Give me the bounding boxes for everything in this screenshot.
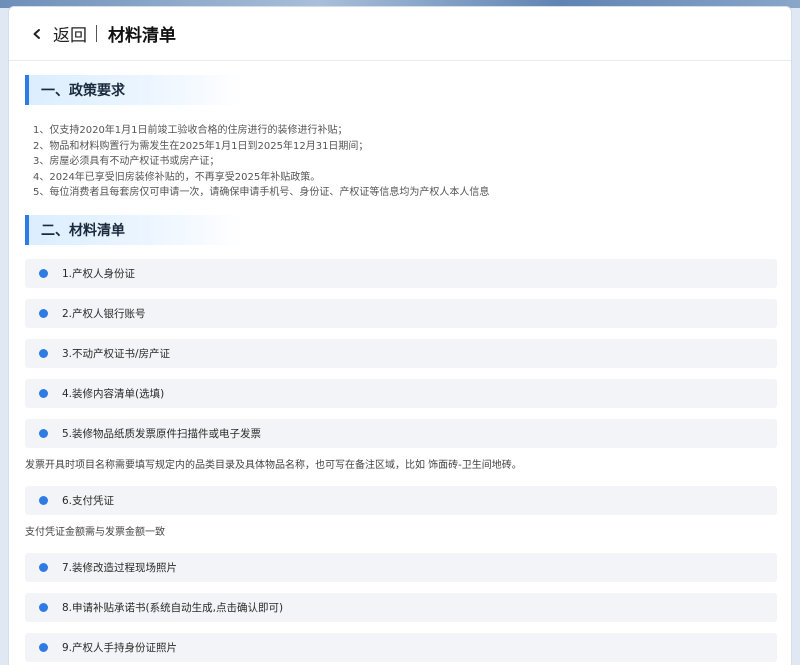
material-item-label: 3.不动产权证书/房产证: [62, 347, 171, 360]
material-item-invoice[interactable]: 5.装修物品纸质发票原件扫描件或电子发票: [25, 418, 777, 448]
invoice-note: 发票开具时项目名称需要填写规定内的品类目录及具体物品名称，也可写在备注区域，比如…: [25, 459, 522, 471]
dot-icon: [39, 308, 48, 318]
main-content: 一、政策要求 1、仅支持2020年1月1日前竣工验收合格的住房进行的装修进行补贴…: [25, 75, 777, 665]
dot-icon: [39, 348, 48, 358]
page-frame: 返回 材料清单 一、政策要求 1、仅支持2020年1月1日前竣工验收合格的住房进…: [8, 6, 792, 665]
material-item-site-photos[interactable]: 7.装修改造过程现场照片: [25, 552, 777, 582]
material-item-renovation-list[interactable]: 4.装修内容清单(选填): [25, 378, 777, 408]
policy-list: 1、仅支持2020年1月1日前竣工验收合格的住房进行的装修进行补贴； 2、物品和…: [25, 123, 777, 201]
material-item-label: 2.产权人银行账号: [62, 307, 146, 320]
materials-list: 1.产权人身份证 2.产权人银行账号 3.不动产权证书/房产证 4.装修内容清单…: [25, 258, 777, 662]
material-item-bank-account[interactable]: 2.产权人银行账号: [25, 298, 777, 328]
material-item-label: 8.申请补贴承诺书(系统自动生成,点击确认即可): [62, 601, 284, 614]
dot-icon: [39, 495, 48, 505]
dot-icon: [39, 428, 48, 438]
material-item-label: 6.支付凭证: [62, 494, 115, 507]
policy-item: 3、房屋必须具有不动产权证书或房产证；: [33, 156, 220, 167]
back-button[interactable]: 返回: [31, 21, 87, 46]
policy-item: 1、仅支持2020年1月1日前竣工验收合格的住房进行的装修进行补贴；: [33, 125, 348, 136]
dot-icon: [39, 642, 48, 652]
page-title: 材料清单: [108, 26, 176, 46]
page-header: 返回 材料清单: [9, 7, 791, 61]
payment-note: 支付凭证金额需与发票金额一致: [25, 526, 165, 538]
section-heading-materials: 二、材料清单: [25, 214, 245, 245]
policy-item: 2、物品和材料购置行为需发生在2025年1月1日到2025年12月31日期间；: [33, 140, 369, 152]
policy-item: 4、2024年已享受旧房装修补贴的，不再享受2025年补贴政策。: [33, 171, 321, 183]
material-item-handheld-id-photo[interactable]: 9.产权人手持身份证照片: [25, 632, 777, 662]
material-item-label: 9.产权人手持身份证照片: [62, 641, 178, 654]
material-item-commitment-letter[interactable]: 8.申请补贴承诺书(系统自动生成,点击确认即可): [25, 592, 777, 622]
policy-item: 5、每位消费者且每套房仅可申请一次，请确保申请手机号、身份证、产权证等信息均为产…: [33, 187, 490, 198]
material-item-label: 4.装修内容清单(选填): [62, 387, 165, 400]
material-item-label: 1.产权人身份证: [62, 267, 136, 280]
chevron-left-icon: [33, 28, 40, 39]
dot-icon: [39, 388, 48, 398]
section-heading-policy: 一、政策要求: [25, 75, 245, 105]
back-label: 返回: [53, 26, 87, 46]
dot-icon: [39, 268, 48, 278]
dot-icon: [39, 602, 48, 612]
material-item-label: 7.装修改造过程现场照片: [62, 561, 178, 574]
material-item-payment-proof[interactable]: 6.支付凭证: [25, 485, 777, 515]
dot-icon: [39, 562, 48, 572]
header-divider: [96, 25, 97, 42]
material-item-property-certificate[interactable]: 3.不动产权证书/房产证: [25, 338, 777, 368]
material-item-id-card[interactable]: 1.产权人身份证: [25, 258, 777, 288]
material-item-label: 5.装修物品纸质发票原件扫描件或电子发票: [62, 427, 262, 440]
